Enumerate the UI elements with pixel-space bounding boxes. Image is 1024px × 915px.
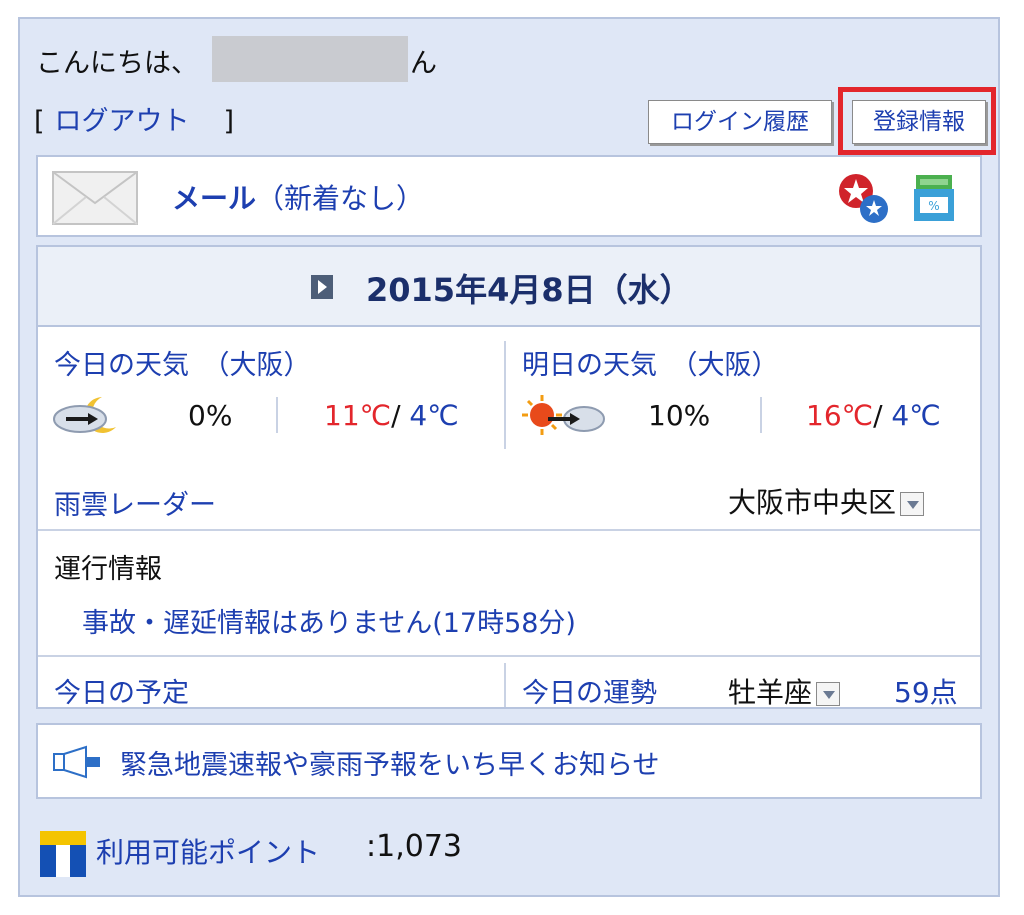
today-weather-title[interactable]: 今日の天気 （大阪）	[54, 343, 311, 382]
today-temps: 11℃/ 4℃	[324, 399, 459, 432]
points-label[interactable]: 利用可能ポイント	[96, 831, 320, 871]
portal-panel: こんにちは、 ん [ ログアウト] ログイン履歴 登録情報 メール（新着なし） %	[18, 17, 1000, 897]
points-value: :1,073	[366, 829, 462, 864]
megaphone-icon	[53, 745, 100, 779]
fortune-divider	[504, 663, 506, 707]
logout-row: [ ログアウト]	[34, 99, 234, 138]
zodiac-select-value: 牡羊座	[728, 676, 813, 709]
date-text: 2015年4月8日（水）	[366, 271, 692, 309]
schedule-link[interactable]: 今日の予定	[54, 671, 189, 710]
tomorrow-weather-title[interactable]: 明日の天気 （大阪）	[522, 343, 779, 382]
greeting-suffix: ん	[410, 48, 437, 79]
alert-text[interactable]: 緊急地震速報や豪雨予報をいち早くお知らせ	[120, 743, 659, 782]
today-low: 4℃	[409, 399, 459, 432]
weather-divider	[504, 341, 506, 449]
chevron-down-icon[interactable]	[900, 492, 925, 516]
fortune-score: 59点	[894, 676, 958, 709]
today-temp-sep: /	[391, 399, 401, 432]
rain-radar-link[interactable]: 雨雲レーダー	[54, 483, 216, 522]
area-select-value: 大阪市中央区	[728, 486, 897, 519]
logout-close-bracket: ]	[223, 106, 235, 137]
tomorrow-temp-sep: /	[873, 399, 883, 432]
logout-open-bracket: [	[34, 106, 45, 137]
masked-username	[212, 35, 408, 82]
mail-label: メール	[172, 182, 257, 215]
chevron-down-icon[interactable]	[816, 682, 841, 706]
today-precip: 0%	[188, 399, 233, 432]
divider-schedule	[38, 655, 980, 657]
star-badge-icon[interactable]	[836, 171, 890, 225]
mail-new-status: （新着なし）	[256, 182, 425, 215]
mail-status[interactable]: メール（新着なし）	[172, 177, 424, 217]
traffic-message[interactable]: 事故・遅延情報はありません(17時58分)	[82, 601, 576, 640]
tomorrow-precip: 10%	[648, 399, 711, 432]
t-point-icon	[40, 831, 86, 877]
envelope-icon[interactable]	[52, 171, 138, 225]
traffic-title: 運行情報	[54, 554, 162, 585]
tomorrow-weather-separator	[760, 397, 762, 433]
register-info-button[interactable]: 登録情報	[852, 100, 986, 144]
fortune-link[interactable]: 今日の運勢	[522, 671, 657, 710]
mail-section: メール（新着なし） %	[36, 155, 982, 237]
tomorrow-low: 4℃	[891, 399, 941, 432]
svg-text:%: %	[928, 199, 939, 213]
tomorrow-temps: 16℃/ 4℃	[806, 399, 941, 432]
date-bar: 2015年4月8日（水）	[38, 247, 980, 327]
tomorrow-high: 16℃	[806, 399, 874, 432]
area-select[interactable]: 大阪市中央区	[728, 481, 925, 521]
today-weather-separator	[276, 397, 278, 433]
shopping-cart-icon[interactable]: %	[912, 173, 956, 223]
login-history-button[interactable]: ログイン履歴	[648, 100, 832, 144]
today-high: 11℃	[324, 399, 392, 432]
arrow-right-icon[interactable]	[311, 275, 333, 299]
info-section: 2015年4月8日（水） 今日の天気 （大阪） 0% 11℃/ 4℃ 明日の天気…	[36, 245, 982, 709]
greeting-prefix: こんにちは、	[36, 48, 198, 79]
cloudy-night-icon	[53, 397, 116, 433]
sunny-then-cloudy-icon	[522, 395, 605, 435]
greeting: こんにちは、 ん	[36, 35, 437, 82]
alert-section[interactable]: 緊急地震速報や豪雨予報をいち早くお知らせ	[36, 723, 982, 799]
divider-traffic	[38, 529, 980, 531]
logout-link[interactable]: ログアウト	[55, 106, 190, 137]
zodiac-select[interactable]: 牡羊座	[728, 671, 841, 711]
